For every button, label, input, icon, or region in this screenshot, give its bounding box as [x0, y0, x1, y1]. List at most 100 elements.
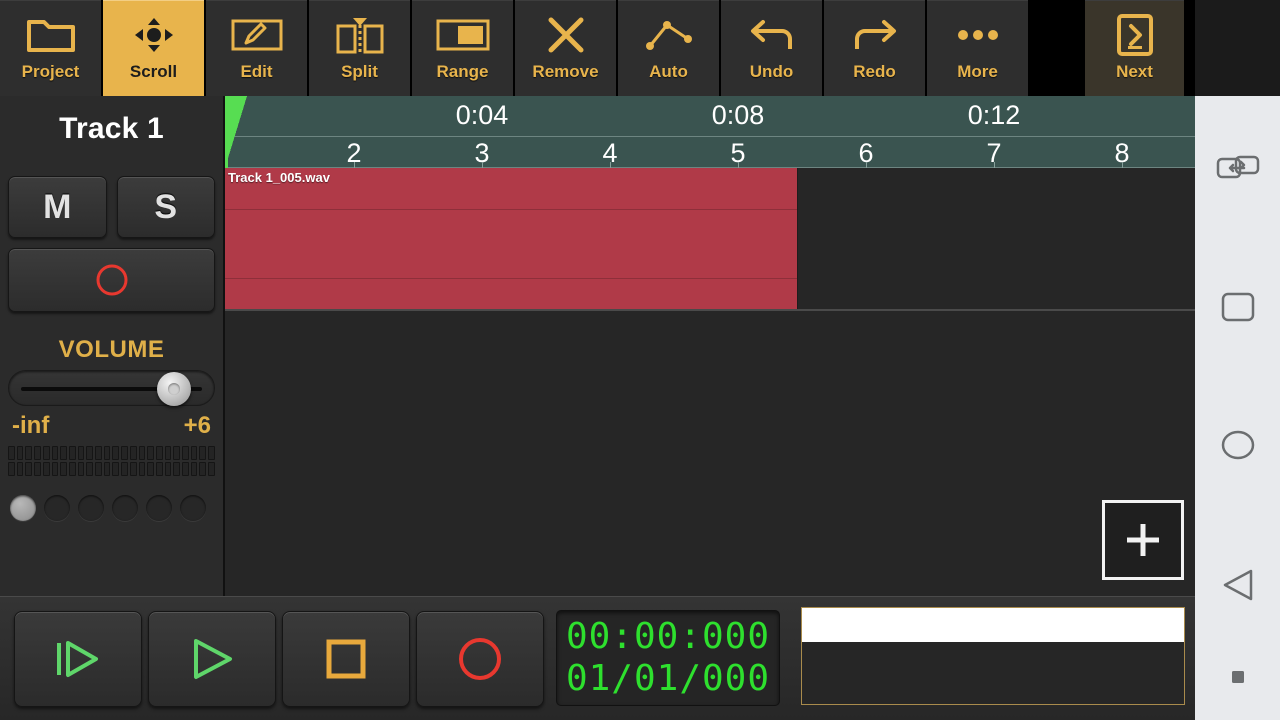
range-select-icon [436, 15, 490, 55]
track-indicator-dot[interactable] [180, 495, 206, 521]
volume-scale-min: -inf [12, 412, 50, 439]
toolbar-button-label: Remove [532, 62, 599, 81]
level-meter-segment [164, 446, 172, 460]
toolbar-button-label: Next [1116, 62, 1153, 81]
back-triangle-icon[interactable] [1220, 568, 1256, 602]
level-meter-segment [112, 462, 120, 476]
level-meter-segment [138, 446, 146, 460]
level-meter-segment [147, 446, 154, 460]
level-meter-segment [199, 462, 207, 476]
level-meter-segment [208, 462, 215, 476]
recents-square-icon[interactable] [1220, 291, 1256, 323]
level-meter-segment [25, 462, 33, 476]
volume-slider-knob[interactable] [157, 372, 191, 406]
track-indicator-dots[interactable] [0, 478, 223, 521]
app-switch-icon[interactable] [1216, 153, 1260, 183]
toolbar-button-label: Undo [749, 62, 794, 81]
level-meter-segment [173, 446, 181, 460]
level-meter-segment [112, 446, 120, 460]
level-meter-segment [129, 462, 137, 476]
toolbar-button-label: Auto [649, 62, 688, 81]
track-indicator-dot[interactable] [146, 495, 172, 521]
volume-label: VOLUME [58, 336, 165, 363]
level-meter-segment [25, 446, 33, 460]
collapse-square-icon[interactable] [1230, 669, 1246, 685]
level-meter-segment [68, 446, 76, 460]
level-meter-segment [155, 446, 163, 460]
level-meter-segment [8, 462, 15, 476]
volume-scale-row: -inf +6 [0, 406, 223, 440]
track-indicator-dot[interactable] [10, 495, 36, 521]
level-meter-segment [164, 462, 172, 476]
stop-button[interactable] [282, 611, 410, 707]
toolbar-button-label: Redo [853, 62, 896, 81]
audio-clip[interactable]: Track 1_005.wav [225, 168, 798, 309]
toolbar-button-more[interactable]: More [927, 0, 1028, 96]
level-meter-segment [182, 462, 189, 476]
toolbar-button-split[interactable]: Split [309, 0, 410, 96]
overview-highlight-band [802, 608, 1184, 642]
ruler-bar-row [225, 137, 1195, 168]
folder-icon [26, 15, 76, 55]
empty-track-area[interactable] [225, 311, 1195, 596]
track-control-panel: Track 1 M S VOLUME -inf +6 [0, 96, 225, 596]
level-meter-segment [103, 462, 111, 476]
track-indicator-dot[interactable] [44, 495, 70, 521]
level-meter-segment [68, 462, 76, 476]
toolbar-button-scroll[interactable]: Scroll [103, 0, 204, 96]
redo-arrow-icon [852, 15, 898, 55]
volume-slider[interactable] [8, 370, 215, 406]
play-icon [186, 636, 238, 682]
level-meter-segment [147, 462, 154, 476]
level-meter-segment [34, 446, 41, 460]
audio-clip-name: Track 1_005.wav [228, 170, 330, 185]
level-meter [0, 440, 223, 476]
android-navigation-bar [1195, 96, 1280, 720]
time-display[interactable]: 00:00:000 01/01/000 [556, 610, 780, 706]
ruler-time-tick: 0:12 [967, 100, 1021, 130]
timeline-ruler[interactable]: 0:04 0:08 0:12 2 3 4 5 6 7 8 [225, 96, 1195, 168]
ruler-time-tick: 0:08 [711, 100, 765, 130]
top-toolbar: Project Scroll Edit Split Range Remove A… [0, 0, 1195, 96]
level-meter-segment [51, 462, 59, 476]
track-title[interactable]: Track 1 [0, 96, 223, 146]
solo-button[interactable]: S [116, 176, 215, 238]
level-meter-segment [34, 462, 41, 476]
level-meter-segment [199, 446, 207, 460]
level-meter-segment [8, 446, 15, 460]
close-x-icon [546, 15, 586, 55]
stop-square-icon [325, 638, 367, 680]
toolbar-button-edit[interactable]: Edit [206, 0, 307, 96]
toolbar-button-range[interactable]: Range [412, 0, 513, 96]
toolbar-button-undo[interactable]: Undo [721, 0, 822, 96]
overview-minimap[interactable] [801, 607, 1185, 705]
next-page-icon [1116, 14, 1154, 56]
add-track-button[interactable] [1102, 500, 1184, 580]
play-button[interactable] [148, 611, 276, 707]
toolbar-button-redo[interactable]: Redo [824, 0, 925, 96]
toolbar-button-remove[interactable]: Remove [515, 0, 616, 96]
toolbar-button-auto[interactable]: Auto [618, 0, 719, 96]
toolbar-button-next[interactable]: Next [1085, 0, 1184, 96]
level-meter-segment [121, 462, 128, 476]
home-circle-icon[interactable] [1220, 430, 1256, 460]
toolbar-button-project[interactable]: Project [0, 0, 101, 96]
record-circle-icon [457, 636, 503, 682]
level-meter-segment [190, 446, 198, 460]
automation-curve-icon [645, 15, 693, 55]
return-to-start-button[interactable] [14, 611, 142, 707]
record-button[interactable] [416, 611, 544, 707]
time-display-primary: 00:00:000 [565, 616, 771, 657]
ellipsis-icon [955, 15, 1001, 55]
level-meter-segment [42, 446, 50, 460]
track-indicator-dot[interactable] [112, 495, 138, 521]
mute-button[interactable]: M [8, 176, 107, 238]
play-from-start-icon [48, 636, 108, 682]
level-meter-segment [42, 462, 50, 476]
track-indicator-dot[interactable] [78, 495, 104, 521]
track-lane-1[interactable]: Track 1_005.wav [225, 168, 1195, 311]
track-record-arm-button[interactable] [8, 248, 215, 312]
undo-arrow-icon [749, 15, 795, 55]
pencil-edit-icon [230, 15, 284, 55]
playhead-marker[interactable] [225, 96, 247, 168]
